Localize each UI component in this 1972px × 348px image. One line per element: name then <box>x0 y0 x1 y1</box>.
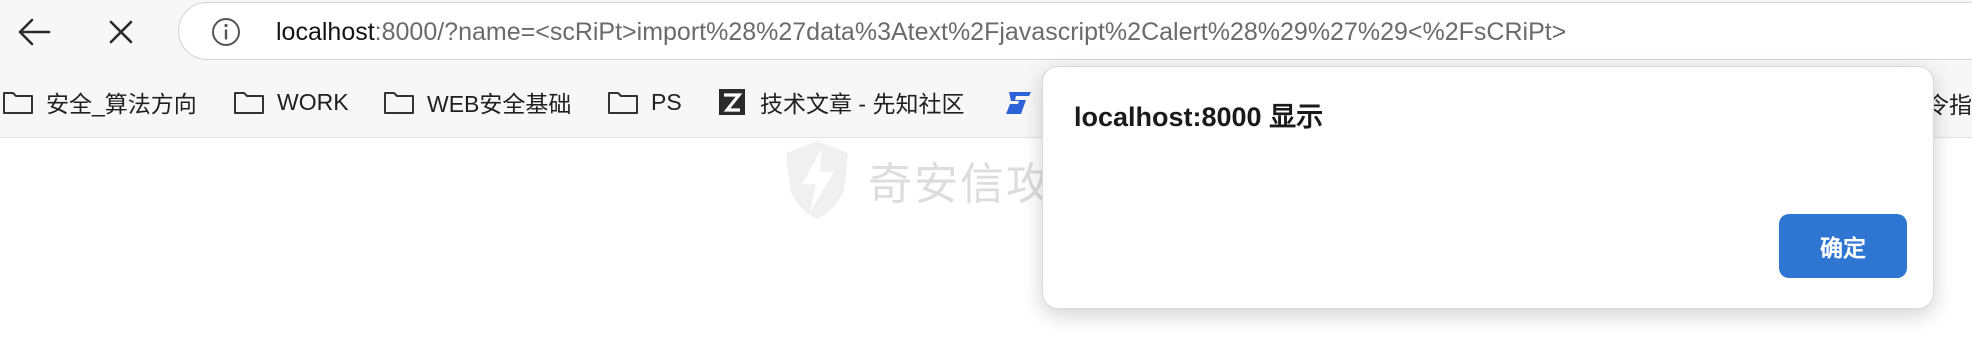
bookmark-label: WORK <box>277 88 349 115</box>
bookmark-folder-work[interactable]: WORK <box>233 86 349 118</box>
bookmark-folder-web-security[interactable]: WEB安全基础 <box>383 86 571 118</box>
folder-icon <box>607 88 639 116</box>
arrow-left-icon <box>18 18 51 46</box>
back-button[interactable] <box>10 8 58 56</box>
bookmark-label: 技术文章 - 先知社区 <box>760 91 965 117</box>
bookmark-label: WEB安全基础 <box>427 91 572 117</box>
browser-toolbar: localhost:8000/?name=<scRiPt>import%28%2… <box>0 0 1972 64</box>
folder-icon <box>383 88 415 116</box>
xianzhi-logo-icon <box>716 88 748 116</box>
bookmark-folder-ps[interactable]: PS <box>607 86 682 118</box>
bookmark-label: PS <box>651 88 682 115</box>
ok-button[interactable]: 确定 <box>1779 214 1907 278</box>
url-host: localhost <box>276 18 375 46</box>
dialog-title: localhost:8000 显示 <box>1074 102 1324 132</box>
alert-dialog: localhost:8000 显示 确定 <box>1042 66 1934 309</box>
bookmark-label: 安全_算法方向 <box>46 91 197 117</box>
lightning-shield-logo <box>786 141 848 219</box>
folder-icon <box>2 88 34 116</box>
folder-icon <box>233 88 265 116</box>
bookmark-baidu[interactable] <box>1003 86 1047 118</box>
url-path: :8000/?name=<scRiPt>import%28%27data%3At… <box>374 18 1567 46</box>
address-bar[interactable]: localhost:8000/?name=<scRiPt>import%28%2… <box>178 2 1972 60</box>
url-text[interactable]: localhost:8000/?name=<scRiPt>import%28%2… <box>276 17 1566 47</box>
info-circle-icon[interactable] <box>211 17 241 47</box>
close-icon <box>109 20 133 44</box>
bookmark-folder-security-algorithm[interactable]: 安全_算法方向 <box>2 86 197 118</box>
bookmark-xianzhi[interactable]: 技术文章 - 先知社区 <box>716 86 964 118</box>
stop-loading-button[interactable] <box>97 8 145 56</box>
baidu-logo-icon <box>1003 88 1035 116</box>
